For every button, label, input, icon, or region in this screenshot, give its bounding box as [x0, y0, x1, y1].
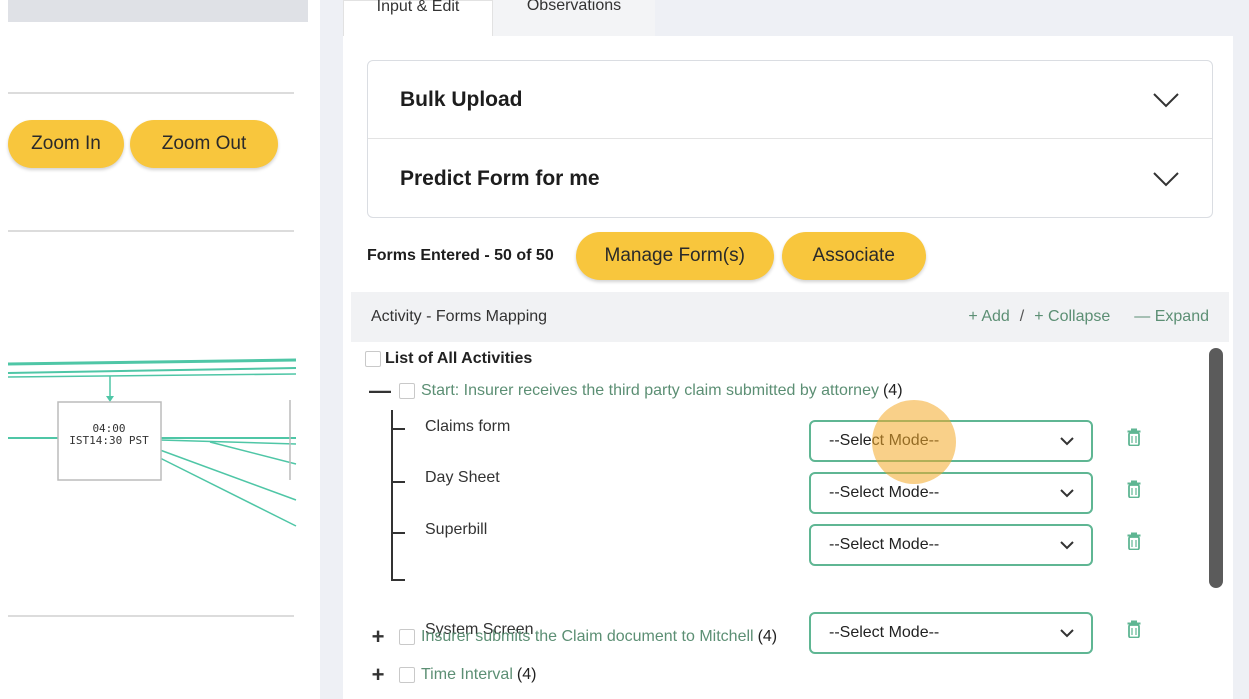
- chevron-down-icon: [1153, 92, 1179, 107]
- graph-edge: [209, 441, 297, 465]
- accordion-title: Predict Form for me: [400, 167, 600, 190]
- divider: [8, 230, 294, 232]
- collapse-toggle[interactable]: —: [369, 380, 391, 402]
- activity-label[interactable]: Insurer submits the Claim document to Mi…: [421, 628, 754, 646]
- tree-connector: [391, 532, 405, 534]
- scrollbar-thumb[interactable]: [1209, 348, 1223, 588]
- mode-select[interactable]: --Select Mode--: [809, 420, 1093, 462]
- associate-button[interactable]: Associate: [781, 232, 926, 280]
- activity-tree: List of All Activities — Start: Insurer …: [351, 342, 1229, 699]
- input-edit-panel: Input & Edit Observations Bulk Upload Pr…: [343, 0, 1233, 699]
- trash-icon[interactable]: [1127, 620, 1141, 638]
- select-all-checkbox[interactable]: [365, 351, 381, 367]
- trash-icon[interactable]: [1127, 532, 1141, 550]
- chevron-down-icon: [1060, 489, 1074, 498]
- forms-toolbar: Forms Entered - 50 of 50 Manage Form(s) …: [367, 231, 1213, 281]
- canvas-toolbar-strip: [8, 0, 308, 22]
- add-link[interactable]: + Add: [968, 308, 1009, 326]
- trash-icon[interactable]: [1127, 428, 1141, 446]
- graph-edge: [159, 439, 297, 445]
- expand-toggle[interactable]: +: [369, 664, 387, 686]
- activity-form-count: (4): [882, 382, 903, 399]
- mapping-title: Activity - Forms Mapping: [371, 308, 548, 325]
- mapping-header: Activity - Forms Mapping + Add / + Colla…: [351, 292, 1229, 342]
- accordion-bulk-upload[interactable]: Bulk Upload: [368, 61, 1212, 139]
- mode-select[interactable]: --Select Mode--: [809, 612, 1093, 654]
- activity-checkbox[interactable]: [399, 629, 415, 645]
- tab-label: Input & Edit: [376, 0, 460, 15]
- workflow-graph[interactable]: 04:00 IST14:30 PST: [0, 340, 320, 540]
- activity-checkbox[interactable]: [399, 667, 415, 683]
- tab-content: Bulk Upload Predict Form for me Forms En…: [343, 36, 1233, 699]
- activity-label[interactable]: Time Interval: [421, 666, 513, 684]
- node-time-label: IST14:30 PST: [69, 434, 149, 447]
- expand-link[interactable]: — Expand: [1134, 308, 1209, 326]
- activity-checkbox[interactable]: [399, 383, 415, 399]
- chevron-down-icon: [1060, 629, 1074, 638]
- mode-select[interactable]: --Select Mode--: [809, 524, 1093, 566]
- separator: /: [1019, 308, 1025, 325]
- tab-observations[interactable]: Observations: [493, 0, 655, 36]
- chevron-down-icon: [1060, 437, 1074, 446]
- zoom-in-button[interactable]: Zoom In: [8, 120, 124, 168]
- tree-connector: [391, 428, 405, 430]
- mode-select-value: --Select Mode--: [829, 624, 940, 641]
- tree-connector: [391, 481, 405, 483]
- divider: [8, 615, 294, 617]
- activity-item: + Insurer submits the Claim document to …: [369, 626, 778, 648]
- activity-form-count: (4): [516, 666, 537, 683]
- zoom-out-button[interactable]: Zoom Out: [130, 120, 278, 168]
- tree-connector: [391, 579, 405, 581]
- accordion-title: Bulk Upload: [400, 87, 523, 111]
- mode-select-value: --Select Mode--: [829, 536, 940, 553]
- tab-bar: Input & Edit Observations: [343, 0, 655, 36]
- form-name: Claims form: [425, 418, 511, 435]
- form-name: Day Sheet: [425, 469, 500, 486]
- graph-edge: [7, 367, 297, 374]
- collapse-link[interactable]: + Collapse: [1034, 308, 1110, 326]
- manage-forms-button[interactable]: Manage Form(s): [575, 232, 774, 280]
- activity-item: — Start: Insurer receives the third part…: [369, 380, 903, 402]
- activity-form-count: (4): [757, 628, 778, 645]
- chevron-down-icon: [1060, 541, 1074, 550]
- accordion: Bulk Upload Predict Form for me: [367, 60, 1213, 218]
- mode-select[interactable]: --Select Mode--: [809, 472, 1093, 514]
- tree-root: List of All Activities: [365, 350, 532, 368]
- divider: [8, 92, 294, 94]
- tab-input-edit[interactable]: Input & Edit: [343, 0, 493, 36]
- tab-label: Observations: [526, 0, 622, 14]
- expand-toggle[interactable]: +: [369, 626, 387, 648]
- mapping-actions: + Add / + Collapse — Expand: [968, 308, 1209, 326]
- forms-entered-count: Forms Entered - 50 of 50: [367, 247, 554, 264]
- mode-select-value: --Select Mode--: [829, 432, 940, 449]
- graph-edge: [7, 358, 297, 366]
- accordion-predict-form[interactable]: Predict Form for me: [368, 140, 1212, 218]
- workflow-canvas-panel: Zoom In Zoom Out 04:00 IST14:30 PST: [0, 0, 320, 699]
- graph-edge: [7, 373, 297, 378]
- tree-connector: [391, 410, 393, 580]
- activity-label[interactable]: Start: Insurer receives the third party …: [421, 382, 879, 400]
- trash-icon[interactable]: [1127, 480, 1141, 498]
- chevron-down-icon: [1153, 172, 1179, 187]
- mode-select-value: --Select Mode--: [829, 484, 940, 501]
- arrow-head-icon: [106, 396, 114, 402]
- tree-root-label: List of All Activities: [385, 350, 533, 367]
- activity-item: + Time Interval (4): [369, 664, 537, 686]
- form-name: Superbill: [425, 521, 488, 538]
